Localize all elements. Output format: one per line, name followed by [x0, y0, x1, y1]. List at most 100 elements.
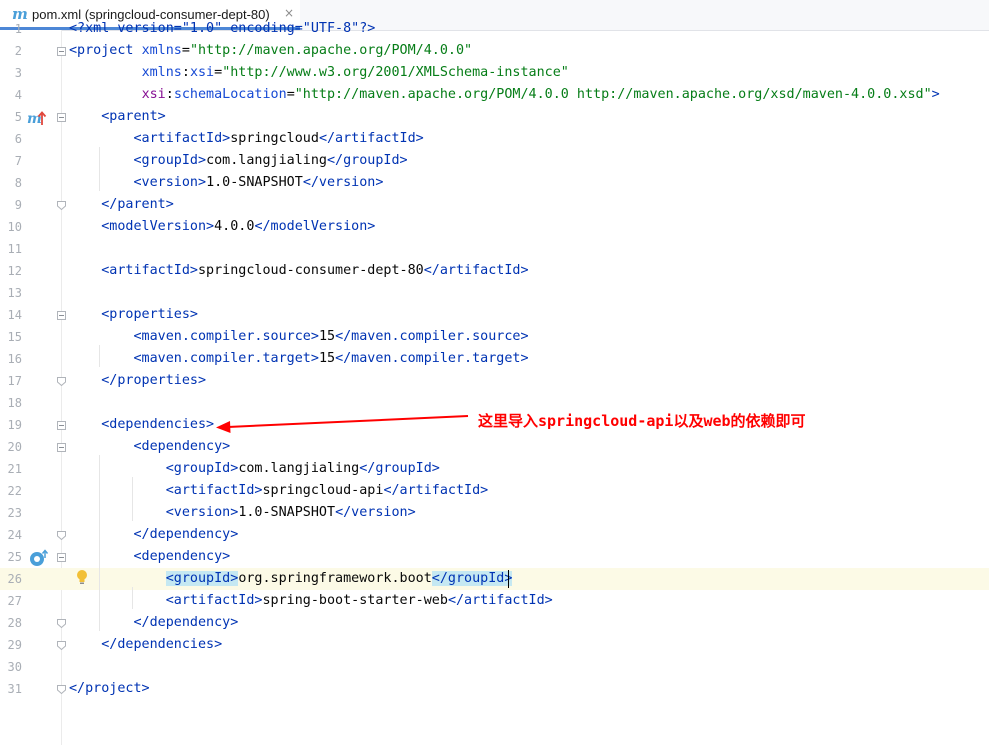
lightbulb-icon[interactable] [75, 569, 89, 589]
code-line[interactable]: 16 <maven.compiler.target>15</maven.comp… [0, 348, 989, 370]
code-text: xsi:schemaLocation="http://maven.apache.… [141, 87, 940, 102]
line-number: 9 [14, 198, 22, 212]
line-number: 15 [7, 330, 22, 344]
annotation-text: 这里导入springcloud-api以及web的依赖即可 [478, 412, 806, 430]
code-editor[interactable]: 1 <?xml version="1.0" encoding="UTF-8"?> 2… [0, 21, 989, 745]
fold-marker-icon[interactable] [57, 531, 66, 540]
code-text: </dependency> [133, 615, 239, 630]
line-number: 18 [7, 396, 22, 410]
code-line[interactable]: 4 xsi:schemaLocation="http://maven.apach… [0, 84, 989, 106]
fold-marker-icon[interactable] [57, 377, 66, 386]
code-text: <groupId>com.langjialing</groupId> [165, 461, 440, 476]
code-text: <groupId>org.springframework.boot</group… [165, 571, 513, 586]
line-number: 3 [14, 66, 22, 80]
code-line[interactable]: 23 <version>1.0-SNAPSHOT</version> [0, 502, 989, 524]
line-number: 23 [7, 506, 22, 520]
code-line[interactable]: 20 <dependency> [0, 436, 989, 458]
line-number: 29 [7, 638, 22, 652]
indent-guide [132, 477, 133, 521]
line-number: 25 [7, 550, 22, 564]
code-text: <maven.compiler.target>15</maven.compile… [133, 351, 529, 366]
fold-marker-icon[interactable] [57, 553, 66, 562]
code-text: <dependency> [133, 439, 231, 454]
code-line[interactable]: 26 <groupId>org.springframework.boot</gr… [0, 568, 989, 590]
code-text: </parent> [101, 197, 174, 212]
code-text: <modelVersion>4.0.0</modelVersion> [101, 219, 376, 234]
code-line[interactable]: 22 <artifactId>springcloud-api</artifact… [0, 480, 989, 502]
fold-marker-icon[interactable] [57, 113, 66, 122]
code-text: </properties> [101, 373, 207, 388]
code-line[interactable]: 28 </dependency> [0, 612, 989, 634]
overridden-method-icon[interactable] [29, 549, 49, 571]
line-number: 11 [7, 242, 22, 256]
code-line[interactable]: 30 [0, 656, 989, 678]
code-text: <project xmlns="http://maven.apache.org/… [69, 43, 473, 58]
fold-marker-icon[interactable] [57, 311, 66, 320]
line-number: 5 [14, 110, 22, 124]
fold-marker-icon[interactable] [57, 443, 66, 452]
code-line[interactable]: 3 xmlns:xsi="http://www.w3.org/2001/XMLS… [0, 62, 989, 84]
code-line[interactable]: 21 <groupId>com.langjialing</groupId> [0, 458, 989, 480]
code-text: <artifactId>spring-boot-starter-web</art… [165, 593, 553, 608]
code-text: </dependencies> [101, 637, 223, 652]
line-number: 12 [7, 264, 22, 278]
code-text: <artifactId>springcloud</artifactId> [133, 131, 424, 146]
code-line[interactable]: 6 <artifactId>springcloud</artifactId> [0, 128, 989, 150]
text-caret [508, 570, 509, 588]
code-line[interactable]: 11 [0, 238, 989, 260]
code-line[interactable]: 29 </dependencies> [0, 634, 989, 656]
line-number: 22 [7, 484, 22, 498]
fold-marker-icon[interactable] [57, 619, 66, 628]
code-line[interactable]: 10 <modelVersion>4.0.0</modelVersion> [0, 216, 989, 238]
code-line[interactable]: 27 <artifactId>spring-boot-starter-web</… [0, 590, 989, 612]
code-line[interactable]: 15 <maven.compiler.source>15</maven.comp… [0, 326, 989, 348]
line-number: 28 [7, 616, 22, 630]
code-line[interactable]: 9 </parent> [0, 194, 989, 216]
fold-marker-icon[interactable] [57, 201, 66, 210]
code-text: xmlns:xsi="http://www.w3.org/2001/XMLSch… [141, 65, 569, 80]
fold-marker-icon[interactable] [57, 641, 66, 650]
fold-marker-icon[interactable] [57, 421, 66, 430]
fold-marker-icon[interactable] [57, 685, 66, 694]
line-number: 6 [14, 132, 22, 146]
code-line[interactable]: 13 [0, 282, 989, 304]
code-text: <artifactId>springcloud-consumer-dept-80… [101, 263, 529, 278]
line-number: 19 [7, 418, 22, 432]
line-number: 24 [7, 528, 22, 542]
code-line[interactable]: 5 <parent> [0, 106, 989, 128]
code-text: <version>1.0-SNAPSHOT</version> [133, 175, 384, 190]
line-number: 10 [7, 220, 22, 234]
line-number: 1 [14, 22, 22, 36]
line-number: 30 [7, 660, 22, 674]
svg-text:m: m [27, 111, 42, 126]
code-text: </project> [69, 681, 150, 696]
maven-override-arrow-icon[interactable]: m [27, 110, 47, 130]
code-text: <dependency> [133, 549, 231, 564]
code-text: <groupId>com.langjialing</groupId> [133, 153, 408, 168]
code-text: <version>1.0-SNAPSHOT</version> [165, 505, 416, 520]
indent-guide [99, 455, 100, 631]
line-number: 26 [7, 572, 22, 586]
code-line[interactable]: 17 </properties> [0, 370, 989, 392]
code-text: <maven.compiler.source>15</maven.compile… [133, 329, 529, 344]
code-line[interactable]: 25 <dependency> [0, 546, 989, 568]
code-line[interactable]: 7 <groupId>com.langjialing</groupId> [0, 150, 989, 172]
line-number: 16 [7, 352, 22, 366]
line-number: 14 [7, 308, 22, 322]
indent-guide [99, 147, 100, 191]
code-line[interactable]: 12 <artifactId>springcloud-consumer-dept… [0, 260, 989, 282]
code-line[interactable]: 24 </dependency> [0, 524, 989, 546]
line-number: 7 [14, 154, 22, 168]
indent-guide [99, 345, 100, 367]
code-text: <?xml version="1.0" encoding="UTF-8"?> [69, 21, 376, 36]
line-number: 31 [7, 682, 22, 696]
line-number: 8 [14, 176, 22, 190]
code-line[interactable]: 1 <?xml version="1.0" encoding="UTF-8"?> [0, 18, 989, 40]
code-line[interactable]: 8 <version>1.0-SNAPSHOT</version> [0, 172, 989, 194]
code-line[interactable]: 31 </project> [0, 678, 989, 700]
line-number: 4 [14, 88, 22, 102]
fold-marker-icon[interactable] [57, 47, 66, 56]
line-number: 2 [14, 44, 22, 58]
code-line[interactable]: 14 <properties> [0, 304, 989, 326]
code-line[interactable]: 2 <project xmlns="http://maven.apache.org… [0, 40, 989, 62]
